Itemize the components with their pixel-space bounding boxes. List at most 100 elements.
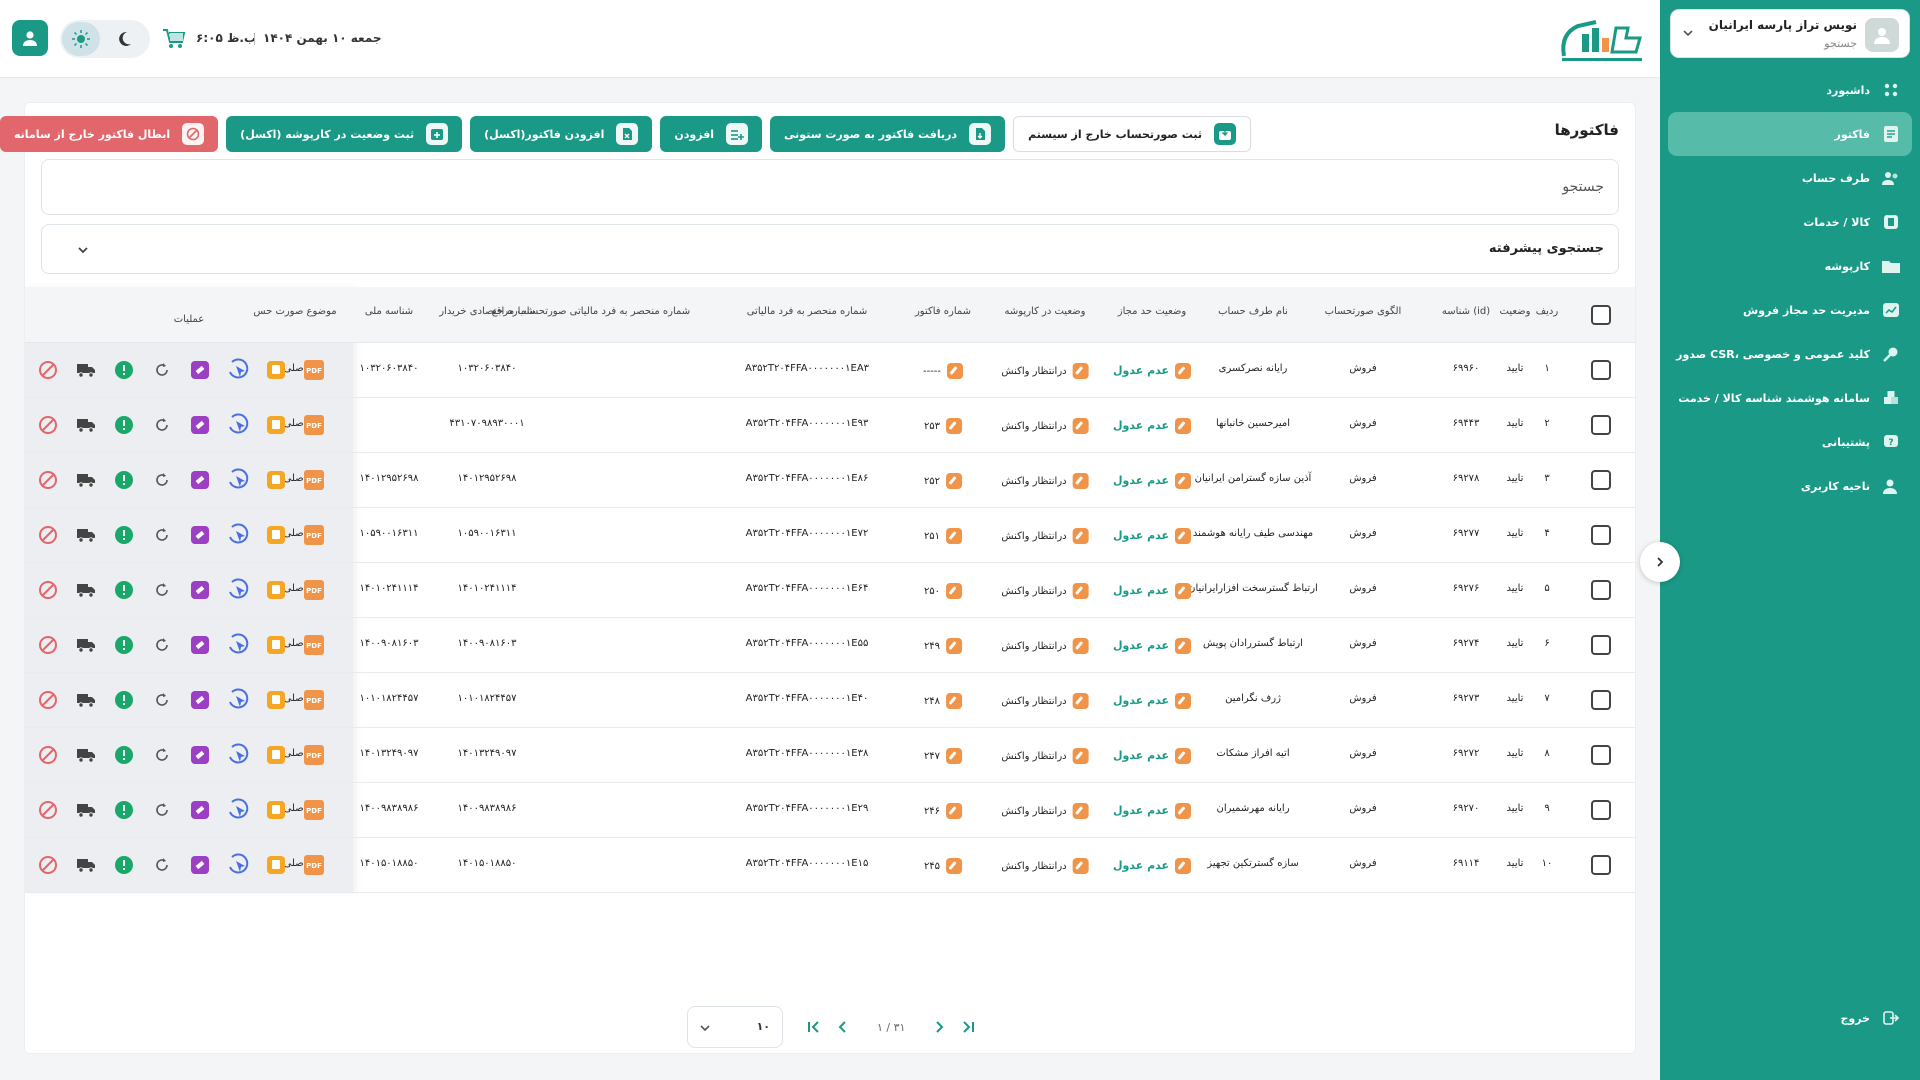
- edit-icon[interactable]: [947, 363, 964, 379]
- alert-icon[interactable]: [111, 687, 137, 713]
- edit-icon[interactable]: [1072, 748, 1089, 764]
- truck-icon[interactable]: [73, 357, 99, 383]
- refresh-icon[interactable]: [149, 852, 175, 878]
- refresh-icon[interactable]: [149, 357, 175, 383]
- truck-icon[interactable]: [73, 522, 99, 548]
- edit-icon[interactable]: [1175, 693, 1192, 709]
- pdf-icon[interactable]: PDF: [301, 687, 327, 713]
- pdf-icon[interactable]: PDF: [301, 632, 327, 658]
- pdf-icon[interactable]: PDF: [301, 577, 327, 603]
- edit-icon[interactable]: [1175, 748, 1192, 764]
- erase-icon[interactable]: [187, 797, 213, 823]
- cancel-icon[interactable]: [35, 412, 61, 438]
- erase-icon[interactable]: [187, 632, 213, 658]
- sidebar-item[interactable]: صدور CSR، کلید عمومی و خصوصی: [1660, 332, 1920, 376]
- sidebar-item[interactable]: طرف حساب: [1660, 156, 1920, 200]
- edit-icon[interactable]: [946, 583, 963, 599]
- sidebar-item[interactable]: ناحیه کاربری: [1660, 464, 1920, 508]
- erase-icon[interactable]: [187, 852, 213, 878]
- receipt-icon[interactable]: [263, 467, 289, 493]
- alert-icon[interactable]: [111, 632, 137, 658]
- pdf-icon[interactable]: PDF: [301, 412, 327, 438]
- alert-icon[interactable]: [111, 742, 137, 768]
- select-all-checkbox[interactable]: [1591, 305, 1611, 325]
- receipt-icon[interactable]: [263, 412, 289, 438]
- pdf-icon[interactable]: PDF: [301, 467, 327, 493]
- cart-icon[interactable]: [162, 28, 186, 53]
- refresh-icon[interactable]: [149, 467, 175, 493]
- table-row[interactable]: ۹ تایید ۶۹۲۷۰ فروش رایانه مهرشمیران عدم عدول د…: [25, 783, 1635, 838]
- edit-icon[interactable]: [946, 803, 963, 819]
- logout-button[interactable]: خروج: [1660, 996, 1920, 1040]
- column-header-status[interactable]: وضعیت: [1500, 306, 1531, 317]
- erase-icon[interactable]: [187, 687, 213, 713]
- edit-icon[interactable]: [1072, 693, 1089, 709]
- chevron-down-icon[interactable]: [76, 243, 90, 260]
- truck-icon[interactable]: [73, 632, 99, 658]
- pdf-icon[interactable]: PDF: [301, 522, 327, 548]
- refresh-icon[interactable]: [149, 797, 175, 823]
- edit-icon[interactable]: [1072, 363, 1089, 379]
- refresh-icon[interactable]: [149, 522, 175, 548]
- sidebar-item[interactable]: ? پشتیبانی: [1660, 420, 1920, 464]
- row-checkbox[interactable]: [1591, 415, 1611, 435]
- refresh-icon[interactable]: [149, 577, 175, 603]
- edit-icon[interactable]: [946, 473, 963, 489]
- alert-icon[interactable]: [111, 357, 137, 383]
- cancel-icon[interactable]: [35, 687, 61, 713]
- row-checkbox[interactable]: [1591, 580, 1611, 600]
- table-row[interactable]: ۷ تایید ۶۹۲۷۳ فروش ژرف نگرامین عدم عدول درانتظ…: [25, 673, 1635, 728]
- erase-icon[interactable]: [187, 742, 213, 768]
- table-row[interactable]: ۲ تایید ۶۹۴۴۳ فروش امیرحسین خانبانها عدم عدول…: [25, 398, 1635, 453]
- table-row[interactable]: ۶ تایید ۶۹۲۷۴ فروش ارتباط گستررادان پویش عدم …: [25, 618, 1635, 673]
- click-icon[interactable]: [225, 742, 251, 768]
- edit-icon[interactable]: [1072, 418, 1089, 434]
- edit-icon[interactable]: [946, 693, 963, 709]
- sidebar-item[interactable]: سامانه هوشمند شناسه کالا / خدمت: [1660, 376, 1920, 420]
- first-page-button[interactable]: [801, 1013, 829, 1041]
- table-row[interactable]: ۸ تایید ۶۹۲۷۲ فروش اتیه افراز مشکات عدم عدول د…: [25, 728, 1635, 783]
- column-header-limit[interactable]: وضعیت حد مجاز: [1118, 306, 1186, 317]
- click-icon[interactable]: [225, 577, 251, 603]
- alert-icon[interactable]: [111, 467, 137, 493]
- pdf-icon[interactable]: PDF: [301, 742, 327, 768]
- truck-icon[interactable]: [73, 797, 99, 823]
- edit-icon[interactable]: [1072, 473, 1089, 489]
- cancel-icon[interactable]: [35, 852, 61, 878]
- row-checkbox[interactable]: [1591, 360, 1611, 380]
- search-input[interactable]: [42, 160, 1618, 214]
- cancel-icon[interactable]: [35, 577, 61, 603]
- truck-icon[interactable]: [73, 687, 99, 713]
- cancel-icon[interactable]: [35, 797, 61, 823]
- cancel-icon[interactable]: [35, 357, 61, 383]
- alert-icon[interactable]: [111, 577, 137, 603]
- receipt-icon[interactable]: [263, 687, 289, 713]
- column-header-taxid[interactable]: شماره منحصر به فرد مالیاتی: [747, 306, 868, 317]
- action-button[interactable]: دریافت فاکتور به صورت ستونی: [770, 116, 1006, 152]
- edit-icon[interactable]: [1072, 638, 1089, 654]
- click-icon[interactable]: [225, 687, 251, 713]
- edit-icon[interactable]: [1175, 473, 1192, 489]
- column-header-econ[interactable]: شماره اقتصادی خریدار: [439, 306, 535, 317]
- moon-icon[interactable]: [115, 30, 133, 51]
- row-checkbox[interactable]: [1591, 525, 1611, 545]
- alert-icon[interactable]: [111, 522, 137, 548]
- click-icon[interactable]: [225, 357, 251, 383]
- alert-icon[interactable]: [111, 412, 137, 438]
- receipt-icon[interactable]: [263, 577, 289, 603]
- column-header-national[interactable]: شناسه ملی: [365, 306, 413, 317]
- profile-button[interactable]: [12, 20, 48, 56]
- receipt-icon[interactable]: [263, 632, 289, 658]
- advanced-search[interactable]: جستجوی پیشرفته: [41, 224, 1619, 274]
- alert-icon[interactable]: [111, 797, 137, 823]
- click-icon[interactable]: [225, 797, 251, 823]
- pdf-icon[interactable]: PDF: [301, 357, 327, 383]
- sidebar-item[interactable]: کارپوشه: [1660, 244, 1920, 288]
- cancel-icon[interactable]: [35, 632, 61, 658]
- column-header-row[interactable]: ردیف: [1536, 306, 1558, 317]
- action-button[interactable]: افزودن: [660, 116, 763, 152]
- edit-icon[interactable]: [946, 528, 963, 544]
- row-checkbox[interactable]: [1591, 690, 1611, 710]
- theme-toggle[interactable]: [60, 20, 150, 58]
- click-icon[interactable]: [225, 412, 251, 438]
